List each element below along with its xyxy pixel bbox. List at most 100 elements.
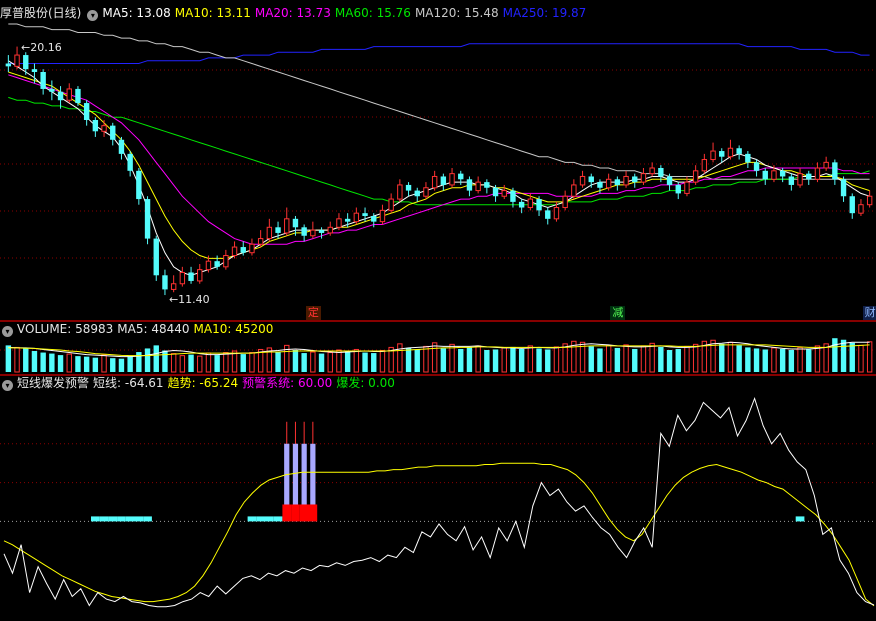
indicator-legend-item-0: 短线爆发预警 [17,376,90,390]
candle-body-53 [466,179,473,191]
candle-body-87 [762,170,768,180]
candle-body-21 [188,272,194,281]
signal-block-3 [117,516,126,522]
volume-bar-86 [753,348,760,372]
volume-bar-5 [49,353,55,372]
volume-bar-34 [301,353,307,372]
volume-bar-73 [640,345,647,373]
volume-bar-9 [83,356,90,372]
candle-body-0 [5,63,12,67]
candlestick-series[interactable] [5,46,873,296]
signal-block-4 [125,516,135,522]
candle-body-49 [431,175,438,189]
candle-body-23 [205,260,212,271]
volume-bar-43 [379,349,386,373]
candle-body-62 [545,210,551,219]
indicator-header: ▾ 短线爆发预警 短线: -64.61 趋势: -65.24 预警系统: 60.00 爆发… [0,373,876,393]
ma-legend-item-3: MA60: 15.76 [334,6,411,20]
candle-body-2 [23,55,29,70]
chart-canvas[interactable] [0,0,876,617]
candle-body-86 [753,162,760,171]
signal-block-5 [134,516,144,522]
volume-bar-84 [736,345,742,372]
candle-body-48 [423,187,429,197]
indicator-series[interactable] [3,396,875,608]
stock-chart-window[interactable]: 厚普股份(日线) ▾ MA5: 13.08 MA10: 13.11 MA20: 13.7… [0,0,876,617]
volume-bar-17 [153,345,159,372]
high-price-annotation: ←20.16 [21,40,62,54]
low-price-annotation: ←11.40 [168,293,210,307]
candle-body-24 [214,261,220,267]
volume-bar-85 [745,347,751,372]
signal-block-1 [99,516,109,522]
volume-bar-13 [118,358,125,372]
event-marker-2[interactable]: 财 [862,306,876,320]
volume-bar-52 [458,348,464,372]
volume-bar-3 [31,351,38,372]
candle-body-65 [571,184,577,197]
candle-body-78 [684,181,690,194]
volume-bar-60 [527,345,534,373]
volume-bar-28 [249,352,255,373]
candle-body-6 [57,91,64,101]
trend-line [3,462,875,607]
volume-bar-46 [405,347,412,372]
candle-body-68 [597,182,603,188]
collapse-icon[interactable]: ▾ [87,10,99,21]
candle-body-1 [14,54,20,67]
candle-body-7 [66,88,72,101]
candle-body-15 [136,170,142,200]
event-marker-0[interactable]: 定 [305,306,321,320]
volume-bar-33 [292,349,299,372]
volume-bar-58 [510,346,516,372]
volume-bar-63 [553,346,560,373]
volume-bar-1 [14,346,20,373]
volume-bar-92 [806,349,812,372]
candle-body-12 [110,125,116,140]
candle-body-81 [710,150,716,161]
candle-body-71 [623,175,629,186]
event-marker-1[interactable]: 减 [610,306,626,320]
candle-body-5 [49,88,55,92]
candle-body-44 [388,198,394,211]
volume-bar-31 [275,351,281,372]
volume-collapse-icon[interactable]: ▾ [2,326,13,337]
volume-bar-98 [858,344,864,373]
volume-bar-99 [866,341,873,373]
volume-bar-62 [545,349,551,372]
burst-bar-2 [299,504,309,522]
candle-body-66 [579,175,586,186]
candle-body-80 [701,159,708,172]
indicator-collapse-icon[interactable]: ▾ [2,380,13,391]
candle-body-30 [266,226,273,240]
signal-block-10 [273,516,283,522]
volume-bar-6 [57,355,64,372]
candle-body-29 [257,238,264,245]
volume-bar-45 [397,343,403,373]
volume-bar-71 [623,344,629,373]
candle-body-56 [492,187,499,197]
candle-body-59 [518,201,525,208]
signal-block-9 [265,516,274,522]
stock-title: 厚普股份(日线) [0,6,82,20]
candle-body-79 [692,170,699,183]
ma-legend-item-5: MA250: 19.87 [502,6,587,20]
candle-body-33 [292,218,299,228]
volume-bar-90 [788,349,795,372]
candle-body-9 [83,103,90,120]
price-header: 厚普股份(日线) ▾ MA5: 13.08 MA10: 13.11 MA20: 13.7… [0,3,876,23]
candle-body-20 [179,271,186,285]
candle-body-55 [484,182,490,188]
volume-bar-89 [779,348,786,372]
signal-block-6 [143,516,152,522]
candle-body-17 [153,238,159,276]
signal-block-11 [795,516,805,522]
volume-bar-96 [840,339,847,372]
indicator-legend-item-4: 爆发: 0.00 [336,376,395,390]
volume-bar-91 [797,346,803,373]
candle-body-25 [223,255,229,268]
candle-body-94 [823,161,829,169]
volume-bar-41 [362,352,368,372]
volume-bar-7 [66,353,72,373]
candle-body-61 [536,199,542,211]
